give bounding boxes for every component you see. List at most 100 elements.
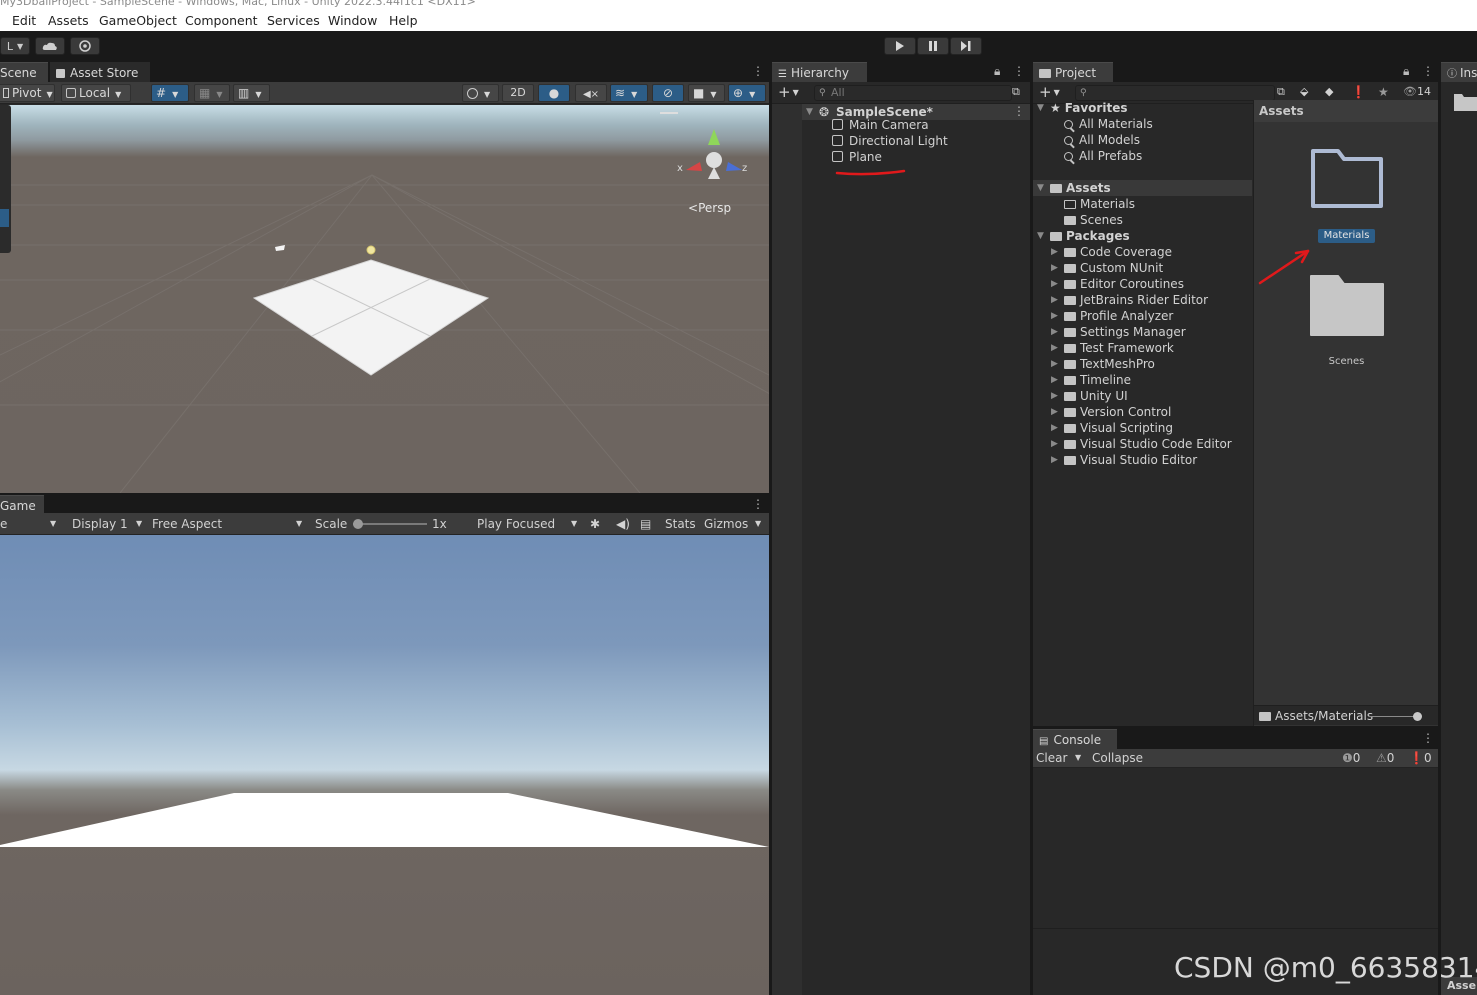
hierarchy-item-plane[interactable]: Plane (832, 149, 882, 165)
collapse-triangle-icon[interactable]: ▶ (1051, 276, 1058, 292)
tab-asset-store[interactable]: Asset Store (50, 62, 150, 82)
active-tool-button[interactable] (0, 209, 9, 227)
menu-edit[interactable]: Edit (12, 13, 36, 28)
tree-package-item[interactable]: Settings Manager (1064, 324, 1186, 340)
scenes-folder-large-icon[interactable] (1310, 275, 1385, 337)
services-button[interactable] (70, 37, 100, 55)
view-dropdown[interactable]: e ▼ (0, 516, 60, 532)
materials-folder-large-icon[interactable] (1310, 148, 1385, 210)
expand-triangle-icon[interactable]: ▼ (1037, 228, 1044, 244)
tree-package-item[interactable]: Code Coverage (1064, 244, 1172, 260)
menu-gameobject[interactable]: GameObject (99, 13, 177, 28)
scene-menu-icon[interactable]: ⋮ (752, 64, 764, 78)
tab-project[interactable]: Project (1033, 62, 1113, 82)
create-dropdown[interactable]: + ▼ (778, 84, 799, 100)
pause-button[interactable] (917, 37, 949, 55)
collapse-triangle-icon[interactable]: ▶ (1051, 452, 1058, 468)
tab-scene[interactable]: Scene (0, 62, 48, 82)
audio-toggle[interactable]: ◀× (575, 84, 607, 102)
stats-button[interactable]: Stats (665, 516, 696, 532)
collapse-triangle-icon[interactable]: ▶ (1051, 292, 1058, 308)
bug-icon[interactable]: ✱ (590, 516, 600, 532)
keyboard-icon[interactable]: ▤ (640, 516, 651, 532)
search-by-label-icon[interactable]: ⬙ (1300, 84, 1308, 100)
menu-services[interactable]: Services (267, 13, 320, 28)
speaker-icon[interactable]: ◀) (616, 516, 630, 532)
hierarchy-search-input[interactable]: ⚲ All (814, 85, 1012, 101)
gizmos-button[interactable]: Gizmos ▼ (704, 516, 766, 532)
plane-object[interactable] (254, 260, 488, 375)
menu-help[interactable]: Help (389, 13, 418, 28)
hierarchy-item-directional-light[interactable]: Directional Light (832, 133, 948, 149)
expand-triangle-icon[interactable]: ▼ (1037, 100, 1044, 116)
menu-component[interactable]: Component (185, 13, 258, 28)
hierarchy-item-main-camera[interactable]: Main Camera (832, 117, 929, 133)
scene-row-menu-icon[interactable]: ⋮ (1013, 104, 1025, 118)
path-label[interactable]: Assets/Materials (1259, 708, 1373, 724)
tree-favorite-all-materials[interactable]: All Materials (1064, 116, 1153, 132)
grid-item-materials[interactable]: Materials (1318, 229, 1375, 243)
lighting-toggle[interactable]: ● (538, 84, 570, 102)
expand-triangle-icon[interactable]: ▼ (1037, 180, 1044, 196)
collapse-triangle-icon[interactable]: ▶ (1051, 260, 1058, 276)
error-filter-toggle[interactable]: ❗0 (1409, 750, 1432, 766)
clear-options-dropdown[interactable]: ▼ (1075, 750, 1081, 766)
snap-increment-button[interactable]: ▦ ▼ (194, 84, 230, 102)
project-search-input[interactable]: ⚲ (1075, 85, 1275, 101)
gizmos-dropdown[interactable]: ⊕ ▼ (728, 84, 766, 102)
pivot-dropdown[interactable]: Pivot ▼ (0, 84, 55, 102)
scene-viewport[interactable]: x z <Persp (0, 105, 769, 493)
play-mode-dropdown[interactable]: Play Focused ▼ (477, 516, 581, 532)
game-viewport[interactable] (0, 535, 769, 995)
icon-size-slider-handle[interactable] (1413, 712, 1422, 721)
tree-package-item[interactable]: Visual Studio Code Editor (1064, 436, 1232, 452)
step-button[interactable] (950, 37, 982, 55)
search-by-type-icon[interactable]: ⧉ (1012, 84, 1020, 100)
warning-filter-toggle[interactable]: ⚠0 (1376, 750, 1394, 766)
camera-gizmo-icon[interactable] (275, 245, 285, 251)
hierarchy-menu-icon[interactable]: ⋮ (1013, 64, 1025, 78)
collapse-triangle-icon[interactable]: ▶ (1051, 404, 1058, 420)
draw-mode-dropdown[interactable]: ▼ (462, 84, 499, 102)
search-by-type-icon[interactable]: ⧉ (1277, 84, 1285, 100)
tab-game[interactable]: Game (0, 495, 44, 515)
clear-button[interactable]: Clear (1036, 750, 1067, 766)
console-menu-icon[interactable]: ⋮ (1422, 731, 1434, 745)
tab-console[interactable]: ▤ Console (1033, 729, 1117, 749)
tag-icon[interactable]: ◆ (1325, 84, 1333, 100)
menu-window[interactable]: Window (328, 13, 377, 28)
scale-slider[interactable] (353, 523, 427, 525)
tree-package-item[interactable]: TextMeshPro (1064, 356, 1155, 372)
grid-snap-toggle[interactable]: # ▼ (151, 84, 189, 102)
star-icon[interactable]: ★ (1378, 84, 1389, 100)
collapse-triangle-icon[interactable]: ▶ (1051, 308, 1058, 324)
collapse-triangle-icon[interactable]: ▶ (1051, 388, 1058, 404)
tree-favorites[interactable]: ★ Favorites (1050, 100, 1127, 116)
snap-settings-button[interactable]: ▥ ▼ (233, 84, 270, 102)
tree-package-item[interactable]: Version Control (1064, 404, 1171, 420)
tree-package-item[interactable]: Unity UI (1064, 388, 1128, 404)
tree-folder-materials[interactable]: Materials (1064, 196, 1135, 212)
project-menu-icon[interactable]: ⋮ (1422, 64, 1434, 78)
camera-dropdown[interactable]: ■ ▼ (688, 84, 725, 102)
tree-assets-row[interactable]: ▼ Assets (1033, 180, 1252, 196)
tree-package-item[interactable]: Custom NUnit (1064, 260, 1163, 276)
camera-projection-label[interactable]: <Persp (688, 201, 731, 215)
collapse-triangle-icon[interactable]: ▶ (1051, 420, 1058, 436)
tree-package-item[interactable]: Visual Scripting (1064, 420, 1173, 436)
light-gizmo-icon[interactable] (366, 245, 376, 255)
tree-package-item[interactable]: Profile Analyzer (1064, 308, 1173, 324)
tree-package-item[interactable]: JetBrains Rider Editor (1064, 292, 1208, 308)
tree-packages[interactable]: Packages (1050, 228, 1130, 244)
tree-folder-scenes[interactable]: Scenes (1064, 212, 1123, 228)
play-button[interactable] (884, 37, 916, 55)
collapse-triangle-icon[interactable]: ▶ (1051, 244, 1058, 260)
collapse-triangle-icon[interactable]: ▶ (1051, 372, 1058, 388)
collapse-toggle[interactable]: Collapse (1092, 750, 1143, 766)
collapse-triangle-icon[interactable]: ▶ (1051, 356, 1058, 372)
orientation-gizmo[interactable] (660, 112, 742, 179)
menu-assets[interactable]: Assets (48, 13, 89, 28)
tree-favorite-all-prefabs[interactable]: All Prefabs (1064, 148, 1142, 164)
tab-hierarchy[interactable]: ☰ Hierarchy (772, 62, 867, 82)
local-dropdown[interactable]: Local ▼ (61, 84, 131, 102)
